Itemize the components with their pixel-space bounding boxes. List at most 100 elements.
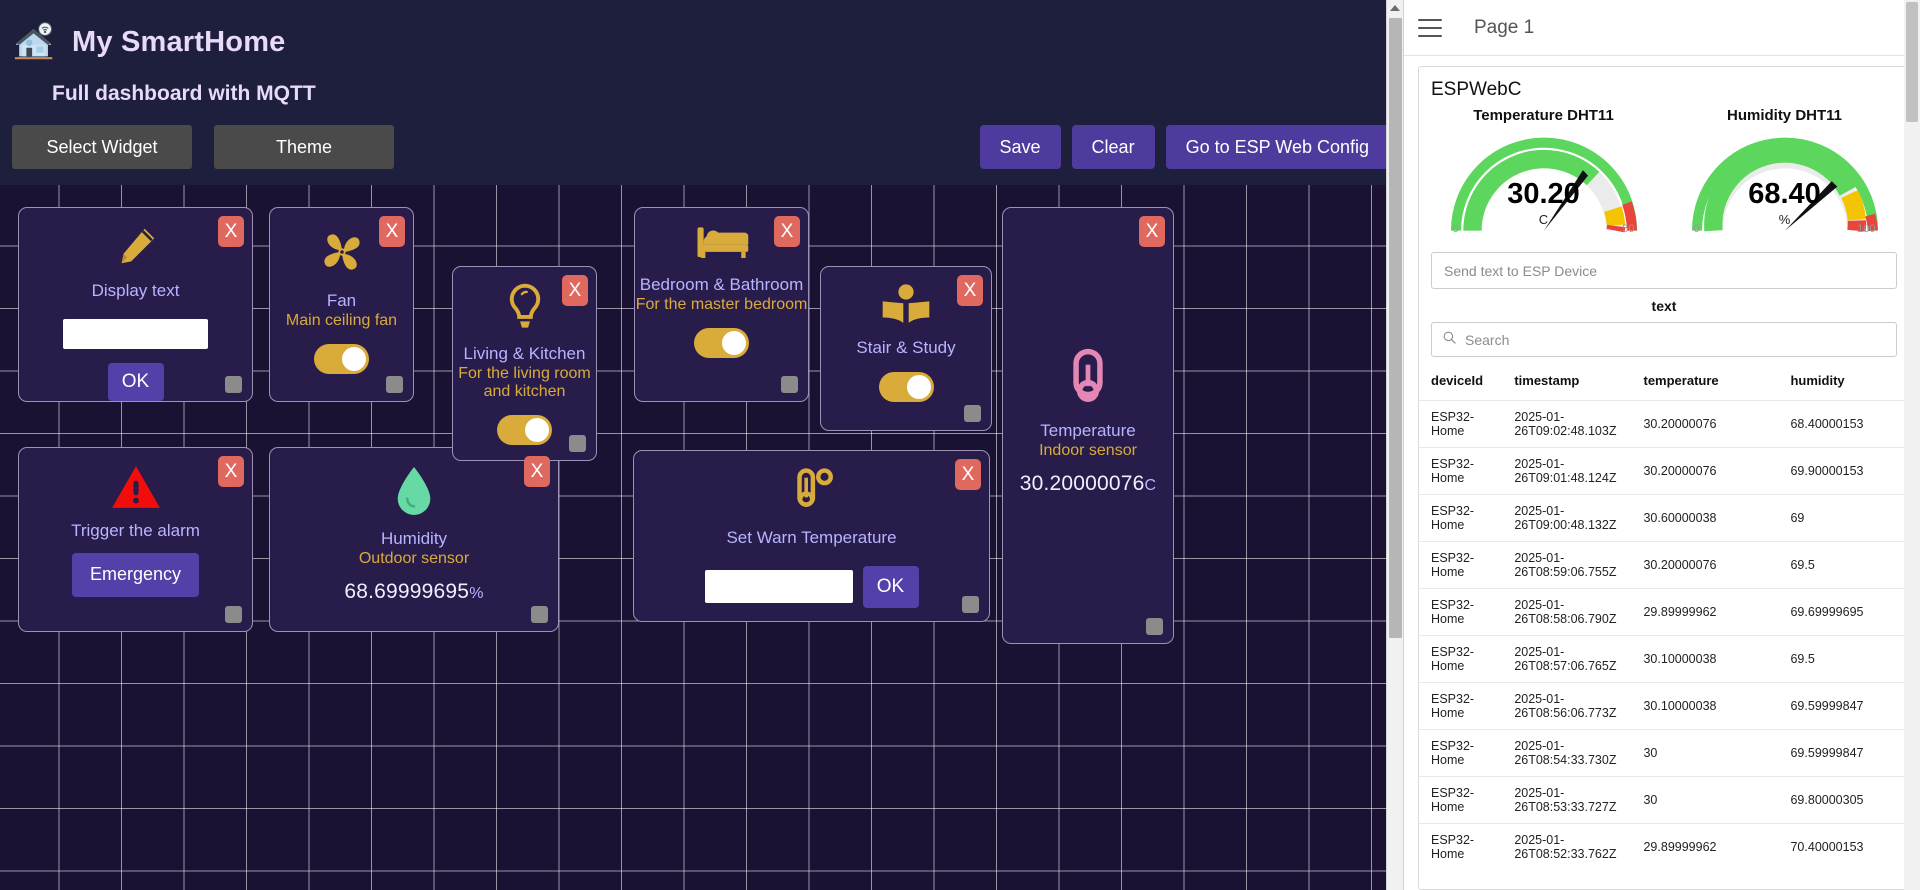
scroll-up-arrow-icon[interactable] — [1390, 5, 1400, 11]
widget-display-text[interactable]: X Display text OK — [18, 207, 253, 402]
widget-close-button[interactable]: X — [524, 456, 550, 487]
gauge-min-tick: 0 — [1452, 223, 1459, 235]
widget-close-button[interactable]: X — [957, 275, 983, 306]
cell-humidity: 69.59999847 — [1786, 729, 1909, 777]
widget-resize-handle[interactable] — [781, 376, 798, 393]
widget-description: Outdoor sensor — [358, 549, 470, 567]
cell-timestamp: 2025-01-26T09:01:48.124Z — [1510, 447, 1640, 495]
search-field[interactable] — [1431, 322, 1897, 357]
display-text-input[interactable] — [63, 318, 208, 349]
table-row[interactable]: ESP32-Home 2025-01-26T09:02:48.103Z 30.200… — [1419, 400, 1909, 448]
table-row[interactable]: ESP32-Home 2025-01-26T09:01:48.124Z 30.200… — [1419, 447, 1909, 495]
search-input[interactable] — [1465, 331, 1886, 348]
widget-close-button[interactable]: X — [1139, 216, 1165, 247]
widget-description: For the master bedroom — [635, 295, 808, 313]
widget-close-button[interactable]: X — [955, 459, 981, 490]
widget-humidity-outdoor[interactable]: X Humidity Outdoor sensor 68.69999695% — [269, 447, 559, 632]
table-row[interactable]: ESP32-Home 2025-01-26T08:54:33.730Z 30 69.5… — [1419, 729, 1909, 777]
table-row[interactable]: ESP32-Home 2025-01-26T08:59:06.755Z 30.200… — [1419, 541, 1909, 589]
warning-triangle-icon — [111, 464, 161, 515]
fan-icon — [314, 224, 370, 285]
table-row[interactable]: ESP32-Home 2025-01-26T08:53:33.727Z 30 69.8… — [1419, 776, 1909, 824]
widget-resize-handle[interactable] — [225, 376, 242, 393]
column-header-deviceid[interactable]: deviceId — [1419, 367, 1510, 401]
scrollbar-thumb[interactable] — [1906, 2, 1918, 122]
bed-icon — [694, 224, 750, 269]
column-header-humidity[interactable]: humidity — [1786, 367, 1909, 401]
cell-timestamp: 2025-01-26T09:02:48.103Z — [1510, 400, 1640, 448]
cell-deviceid: ESP32-Home — [1419, 541, 1511, 589]
go-to-esp-web-config-button[interactable]: Go to ESP Web Config — [1165, 125, 1389, 169]
scrollbar-thumb[interactable] — [1389, 18, 1402, 638]
cell-timestamp: 2025-01-26T09:00:48.132Z — [1510, 494, 1640, 542]
warn-temperature-input[interactable] — [704, 570, 853, 604]
dashboard-header: My SmartHome Full dashboard with MQTT Se… — [0, 0, 1403, 185]
widget-resize-handle[interactable] — [386, 376, 403, 393]
table-row[interactable]: ESP32-Home 2025-01-26T08:52:33.762Z 29.899… — [1419, 823, 1909, 870]
fan-toggle-switch[interactable] — [314, 343, 369, 374]
display-text-ok-button[interactable]: OK — [107, 362, 164, 401]
humidity-unit: % — [469, 584, 484, 602]
widget-temperature-indoor[interactable]: X Temperature Indoor sensor 30.20000076C — [1002, 207, 1174, 644]
cell-humidity: 70.40000153 — [1786, 823, 1909, 870]
esp-web-panel-wrapper: Page 1 ESPWebC Temperature DHT11 30.20 C… — [1403, 0, 1920, 890]
gauge-humidity: Humidity DHT11 68.40 % 0 100 — [1670, 107, 1900, 236]
widget-resize-handle[interactable] — [1146, 618, 1163, 635]
table-row[interactable]: ESP32-Home 2025-01-26T09:00:48.132Z 30.600… — [1419, 494, 1909, 542]
widget-close-button[interactable]: X — [774, 216, 800, 247]
table-row[interactable]: ESP32-Home 2025-01-26T08:57:06.765Z 30.100… — [1419, 635, 1909, 683]
title-row: My SmartHome — [0, 12, 1403, 72]
theme-button[interactable]: Theme — [214, 125, 394, 169]
stair-study-toggle-switch[interactable] — [878, 371, 934, 402]
widget-resize-handle[interactable] — [964, 405, 981, 422]
widget-grid-canvas[interactable]: X Display text OK X Trigger the alarm Em… — [0, 185, 1403, 890]
thermometer-icon — [1066, 348, 1110, 415]
widget-close-button[interactable]: X — [218, 216, 244, 247]
widget-living-kitchen[interactable]: X Living & Kitchen For the living room a… — [452, 266, 597, 461]
cell-temperature: 30 — [1639, 729, 1787, 777]
widget-bedroom-bathroom[interactable]: X Bedroom & Bathroom For the master bedr… — [634, 207, 809, 402]
gauge-temperature: Temperature DHT11 30.20 C 0 50 — [1429, 107, 1659, 236]
widget-fan[interactable]: X Fan Main ceiling fan — [269, 207, 414, 402]
widget-name: Temperature — [1040, 421, 1136, 440]
widget-set-warn-temperature[interactable]: X Set Warn Temperature OK — [633, 450, 990, 622]
widget-resize-handle[interactable] — [531, 606, 548, 623]
widget-resize-handle[interactable] — [962, 596, 979, 613]
cell-deviceid: ESP32-Home — [1419, 588, 1511, 636]
esp-web-panel: Page 1 ESPWebC Temperature DHT11 30.20 C… — [1403, 0, 1920, 890]
column-header-timestamp[interactable]: timestamp — [1510, 367, 1639, 401]
select-widget-button[interactable]: Select Widget — [12, 125, 192, 169]
cell-temperature: 30.60000038 — [1639, 494, 1787, 542]
widget-close-button[interactable]: X — [379, 216, 405, 247]
widget-alarm[interactable]: X Trigger the alarm Emergency — [18, 447, 253, 632]
cell-temperature: 30.20000076 — [1639, 447, 1787, 495]
widget-name: Bedroom & Bathroom — [639, 275, 804, 294]
send-text-input[interactable] — [1431, 252, 1897, 289]
column-header-temperature[interactable]: temperature — [1639, 367, 1786, 401]
widget-name: Trigger the alarm — [71, 521, 200, 540]
table-row[interactable]: ESP32-Home 2025-01-26T08:56:06.773Z 30.100… — [1419, 682, 1909, 730]
widget-close-button[interactable]: X — [218, 456, 244, 487]
clear-button[interactable]: Clear — [1071, 125, 1155, 169]
toolbar: Select Widget Theme Save Clear Go to ESP… — [0, 122, 1403, 172]
table-header-row: deviceId timestamp temperature humidity — [1419, 367, 1909, 401]
living-kitchen-toggle-switch[interactable] — [497, 415, 552, 446]
cell-deviceid: ESP32-Home — [1419, 682, 1511, 730]
warn-temperature-ok-button[interactable]: OK — [862, 565, 919, 608]
table-row[interactable]: ESP32-Home 2025-01-26T08:58:06.790Z 29.899… — [1419, 588, 1909, 636]
cell-deviceid: ESP32-Home — [1419, 823, 1511, 870]
dashboard-scrollbar[interactable] — [1386, 0, 1403, 890]
save-button[interactable]: Save — [979, 125, 1061, 169]
widget-resize-handle[interactable] — [225, 606, 242, 623]
cell-temperature: 29.89999962 — [1639, 588, 1787, 636]
widget-resize-handle[interactable] — [569, 435, 586, 452]
widget-stair-study[interactable]: X Stair & Study — [820, 266, 992, 431]
panel-outer-scrollbar[interactable] — [1904, 0, 1920, 890]
search-icon — [1442, 330, 1457, 350]
emergency-button[interactable]: Emergency — [71, 552, 200, 597]
widget-close-button[interactable]: X — [562, 275, 588, 306]
smarthome-dashboard: My SmartHome Full dashboard with MQTT Se… — [0, 0, 1403, 890]
hamburger-menu-icon[interactable] — [1418, 18, 1442, 37]
bedroom-bathroom-toggle-switch[interactable] — [694, 327, 749, 358]
widget-name: Living & Kitchen — [463, 344, 586, 363]
